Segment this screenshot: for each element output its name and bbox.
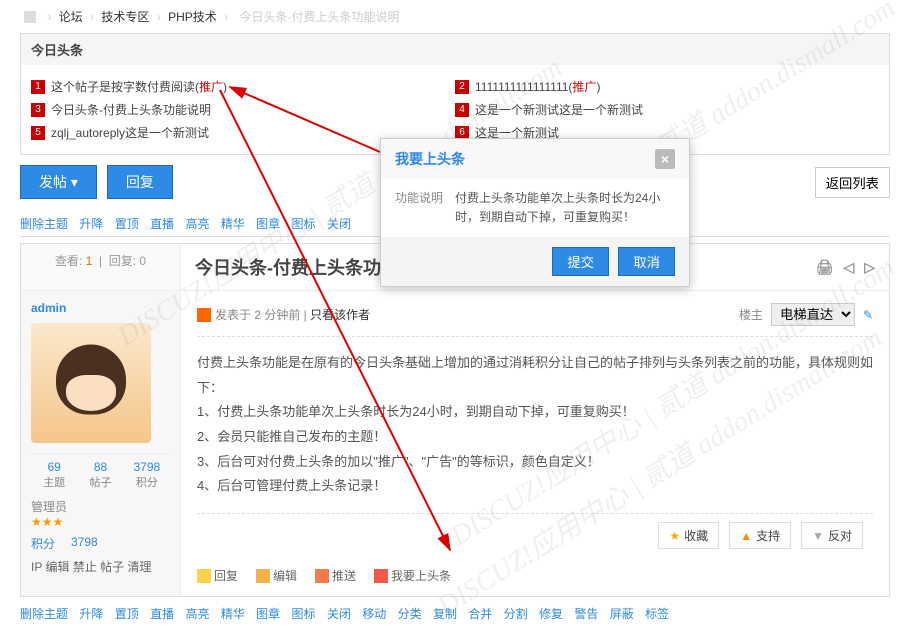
- mod-highlight[interactable]: 高亮: [185, 217, 209, 231]
- post-meta: 发表于 2 分钟前 | 只看该作者 楼主 电梯直达 ✎: [197, 303, 873, 337]
- pencil-icon[interactable]: ✎: [863, 308, 873, 322]
- new-post-button[interactable]: 发帖 ▾: [20, 165, 97, 199]
- headlines-box: 今日头条 1这个帖子是按字数付费阅读(推广) 3今日头条-付费上头条功能说明 5…: [20, 33, 890, 155]
- headline-item[interactable]: 1这个帖子是按字数付费阅读(推广): [31, 75, 455, 98]
- only-author-link[interactable]: 只看该作者: [310, 306, 370, 323]
- breadcrumb: › 论坛 › 技术专区 › PHP技术 › 今日头条-付费上头条功能说明: [0, 0, 910, 33]
- modal-label: 功能说明: [395, 189, 455, 227]
- post-actions: 回复 编辑 推送 我要上头条: [197, 559, 873, 584]
- action-push[interactable]: 推送: [315, 567, 356, 584]
- floor-label: 楼主: [739, 306, 763, 323]
- collect-button[interactable]: ★收藏: [658, 522, 719, 549]
- thread-stats: 查看: 1 | 回复: 0: [21, 244, 181, 290]
- avatar[interactable]: [31, 323, 151, 443]
- bc-current: 今日头条-付费上头条功能说明: [239, 10, 399, 24]
- headline-item[interactable]: 3今日头条-付费上头条功能说明: [31, 98, 455, 121]
- prev-icon[interactable]: ◁: [843, 259, 854, 276]
- post-side: admin 69主题 88帖子 3798积分 管理员 ★★★ 积分3798 IP…: [21, 291, 181, 596]
- mod-sort[interactable]: 升降: [79, 217, 103, 231]
- floor-icon: [197, 308, 211, 322]
- mod-live[interactable]: 直播: [150, 217, 174, 231]
- action-reply[interactable]: 回复: [197, 567, 238, 584]
- modal-desc: 付费上头条功能单次上头条时长为24小时，到期自动下掉，可重复购买！: [455, 189, 675, 227]
- action-edit[interactable]: 编辑: [256, 567, 297, 584]
- back-list-button[interactable]: 返回列表: [815, 167, 890, 198]
- mod-icon[interactable]: 图标: [292, 217, 316, 231]
- bc-tech[interactable]: 技术专区: [101, 10, 149, 24]
- headlines-title: 今日头条: [21, 34, 889, 65]
- mod-delete[interactable]: 删除主题: [20, 217, 68, 231]
- stars-icon: ★★★: [31, 515, 170, 529]
- role-label: 管理员: [31, 498, 170, 515]
- modal-submit-button[interactable]: 提交: [552, 247, 609, 276]
- bc-php[interactable]: PHP技术: [168, 10, 217, 24]
- print-icon[interactable]: 🖨: [816, 259, 834, 276]
- home-icon[interactable]: [24, 11, 36, 23]
- author-link[interactable]: admin: [31, 301, 170, 315]
- action-tohead[interactable]: 我要上头条: [374, 567, 451, 584]
- support-button[interactable]: ▲支持: [729, 522, 791, 549]
- bc-forum[interactable]: 论坛: [59, 10, 83, 24]
- mod-digest[interactable]: 精华: [221, 217, 245, 231]
- thread: 查看: 1 | 回复: 0 今日头条-付费上头条功能说明 🖨 ◁ ▷ admin…: [20, 243, 890, 597]
- mod-stick[interactable]: 置顶: [115, 217, 139, 231]
- mod-tools-bottom: 删除主题 升降 置顶 直播 高亮 精华 图章 图标 关闭 移动 分类 复制 合并…: [20, 605, 890, 622]
- headline-item[interactable]: 21111111111111111(推广): [455, 75, 879, 98]
- modal-title: 我要上头条: [395, 149, 465, 169]
- mod-stamp[interactable]: 图章: [256, 217, 280, 231]
- mod-close[interactable]: 关闭: [327, 217, 351, 231]
- post: admin 69主题 88帖子 3798积分 管理员 ★★★ 积分3798 IP…: [21, 290, 889, 596]
- oppose-button[interactable]: ▼反对: [801, 522, 863, 549]
- post-body: 付费上头条功能是在原有的今日头条基础上增加的通过消耗积分让自己的帖子排列与头条列…: [197, 337, 873, 513]
- user-admin-links[interactable]: IP 编辑 禁止 帖子 清理: [31, 558, 170, 575]
- headline-item[interactable]: 4这是一个新测试这是一个新测试: [455, 98, 879, 121]
- elevator-select[interactable]: 电梯直达: [771, 303, 855, 326]
- modal-cancel-button[interactable]: 取消: [618, 247, 675, 276]
- reply-button[interactable]: 回复: [107, 165, 173, 199]
- tohead-modal: 我要上头条 × 功能说明 付费上头条功能单次上头条时长为24小时，到期自动下掉，…: [380, 138, 690, 287]
- next-icon[interactable]: ▷: [864, 259, 875, 276]
- close-icon[interactable]: ×: [655, 149, 675, 169]
